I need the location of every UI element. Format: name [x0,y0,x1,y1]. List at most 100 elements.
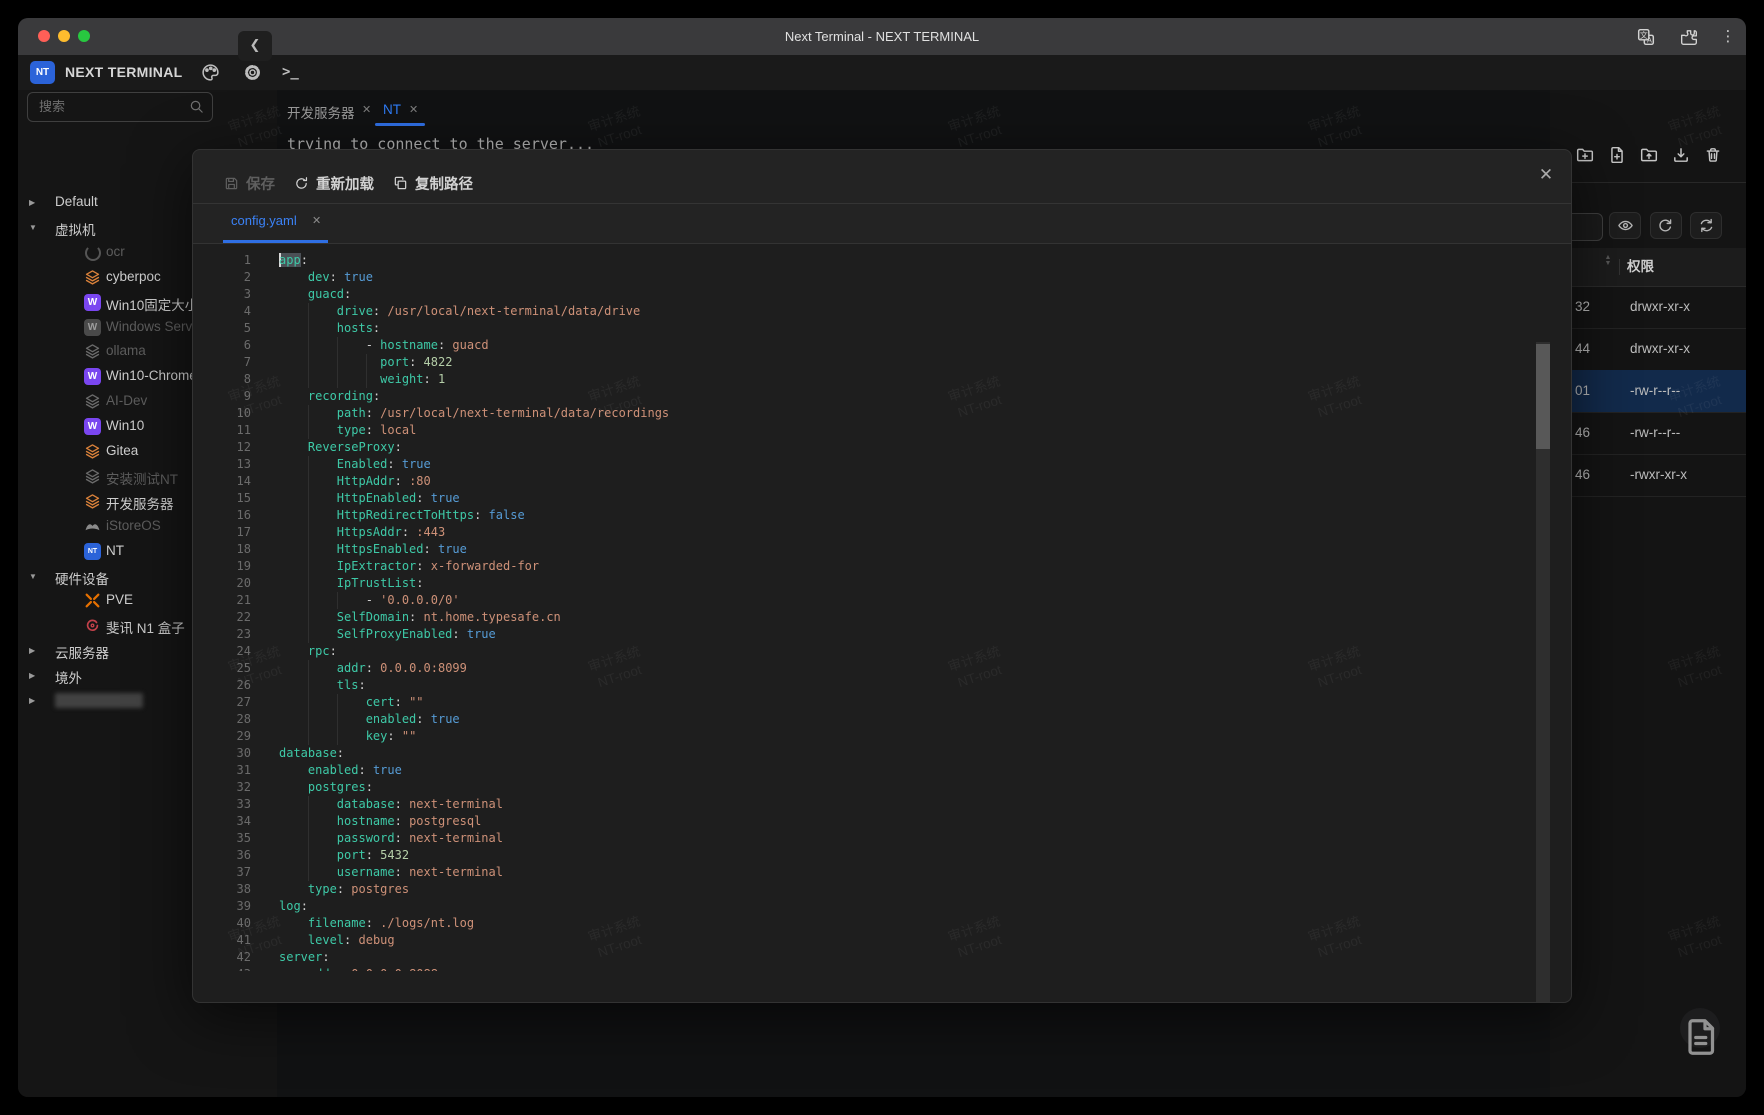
chevron-down-icon[interactable]: ▼ [29,223,37,232]
chevron-right-icon[interactable]: ▶ [29,198,35,207]
code-line-30: 30database: [193,745,669,762]
code-line-8: 8 weight: 1 [193,371,669,388]
sidebar-collapse-button[interactable]: ❮ [238,31,272,61]
app-window: Next Terminal - NEXT TERMINAL 文A ⋮ NT NE… [18,18,1746,1097]
code-line-16: 16 HttpRedirectToHttps: false [193,507,669,524]
重新加载-button[interactable]: 重新加载 [294,173,374,194]
code-line-18: 18 HttpsEnabled: true [193,541,669,558]
code-line-29: 29 key: "" [193,728,669,745]
spinner-icon [84,244,101,261]
code-line-34: 34 hostname: postgresql [193,813,669,830]
session-tab-NT[interactable]: NT [383,102,401,117]
sync-icon [1698,217,1715,234]
download-icon[interactable] [1672,146,1690,164]
code-line-32: 32 postgres: [193,779,669,796]
settings-gear-icon[interactable] [243,63,262,82]
window-title: Next Terminal - NEXT TERMINAL [18,18,1746,55]
chevron-right-icon[interactable]: ▶ [29,646,35,655]
code-line-5: 5 hosts: [193,320,669,337]
yaml-code: 1app:2 dev: true3 guacd:4 drive: /usr/lo… [193,252,669,971]
translate-icon[interactable]: 文A [1637,28,1655,46]
windows-gray-icon: W [84,319,101,336]
code-line-1: 1app: [193,252,669,269]
code-editor[interactable]: 1app:2 dev: true3 guacd:4 drive: /usr/lo… [193,244,1571,1002]
chevron-right-icon[interactable]: ▶ [29,671,35,680]
nt-logo[interactable]: NT [30,61,55,84]
proxmox-icon [84,592,101,609]
code-line-28: 28 enabled: true [193,711,669,728]
windows-purple-icon: W [84,418,101,435]
code-line-21: 21 - '0.0.0.0/0' [193,592,669,609]
copy-icon [393,176,408,191]
brand-title: NEXT TERMINAL [65,55,182,90]
code-line-9: 9 recording: [193,388,669,405]
svg-text:A: A [1647,36,1652,45]
editor-scrollbar[interactable] [1536,342,1550,1002]
tab-close-icon[interactable]: ✕ [409,103,418,116]
permission-column-header: 权限 [1627,248,1654,286]
active-tab-underline [375,123,425,126]
eye-button[interactable] [1609,212,1641,239]
search-input[interactable]: 搜索 [27,92,213,122]
layers-orange-icon [84,269,101,286]
windows-purple-icon: W [84,368,101,385]
nt-blue-icon: NT [84,543,101,560]
debian-icon [84,617,101,634]
column-sorter-icon[interactable]: ▲▼ [1603,255,1613,267]
file-document-icon[interactable] [1680,1008,1720,1048]
code-line-39: 39log: [193,898,669,915]
tab-close-icon[interactable]: ✕ [362,103,371,116]
scrollbar-thumb[interactable] [1536,344,1550,449]
code-line-13: 13 Enabled: true [193,456,669,473]
code-line-23: 23 SelfProxyEnabled: true [193,626,669,643]
code-line-25: 25 addr: 0.0.0.0:8099 [193,660,669,677]
file-browser-panel: ▲▼ 权限 32drwxr-xr-x44drwxr-xr-x01-rw-r--r… [1550,90,1746,1097]
folder-plus-icon[interactable] [1576,146,1594,164]
theme-palette-icon[interactable] [201,63,220,82]
layers-gray-icon [84,468,101,485]
code-line-35: 35 password: next-terminal [193,830,669,847]
code-line-22: 22 SelfDomain: nt.home.typesafe.cn [193,609,669,626]
folder-upload-icon[interactable] [1640,146,1658,164]
refresh-button[interactable] [1650,212,1682,239]
config-yaml-tab[interactable]: config.yaml [231,213,297,228]
app-navbar: NT NEXT TERMINAL >_ [18,55,1746,90]
chevron-down-icon[interactable]: ▼ [29,572,37,581]
code-line-2: 2 dev: true [193,269,669,286]
extensions-puzzle-icon[interactable] [1680,28,1698,46]
close-icon[interactable]: ✕ [1535,164,1557,186]
code-line-27: 27 cert: "" [193,694,669,711]
code-line-26: 26 tls: [193,677,669,694]
layers-gray-icon [84,343,101,360]
file-row[interactable]: 46-rwxr-xr-x [1550,454,1746,497]
file-row[interactable]: 46-rw-r--r-- [1550,412,1746,455]
windows-purple-icon: W [84,294,101,311]
file-plus-icon[interactable] [1608,146,1626,164]
code-line-10: 10 path: /usr/local/next-terminal/data/r… [193,405,669,422]
redacted-label [55,693,143,708]
terminal-prompt-icon[interactable]: >_ [282,63,301,82]
table-header[interactable]: ▲▼ 权限 [1550,248,1746,287]
code-line-36: 36 port: 5432 [193,847,669,864]
code-line-20: 20 IpTrustList: [193,575,669,592]
保存-button[interactable]: 保存 [224,173,275,194]
file-row[interactable]: 44drwxr-xr-x [1550,328,1746,371]
复制路径-button[interactable]: 复制路径 [393,173,473,194]
save-icon [224,176,239,191]
trash-icon[interactable] [1704,146,1722,164]
chevron-right-icon[interactable]: ▶ [29,696,35,705]
kebab-menu-icon[interactable]: ⋮ [1719,28,1737,46]
code-line-17: 17 HttpsAddr: :443 [193,524,669,541]
file-row-selected[interactable]: 01-rw-r--r-- [1550,370,1746,413]
code-line-15: 15 HttpEnabled: true [193,490,669,507]
tab-close-icon[interactable]: ✕ [312,214,321,227]
code-line-11: 11 type: local [193,422,669,439]
code-line-14: 14 HttpAddr: :80 [193,473,669,490]
layers-orange-icon [84,493,101,510]
active-tab-underline [223,240,328,243]
code-line-4: 4 drive: /usr/local/next-terminal/data/d… [193,303,669,320]
code-line-6: 6 - hostname: guacd [193,337,669,354]
file-row[interactable]: 32drwxr-xr-x [1550,286,1746,329]
session-tab-开发服务器[interactable]: 开发服务器 [287,102,355,122]
sync-button[interactable] [1690,212,1722,239]
